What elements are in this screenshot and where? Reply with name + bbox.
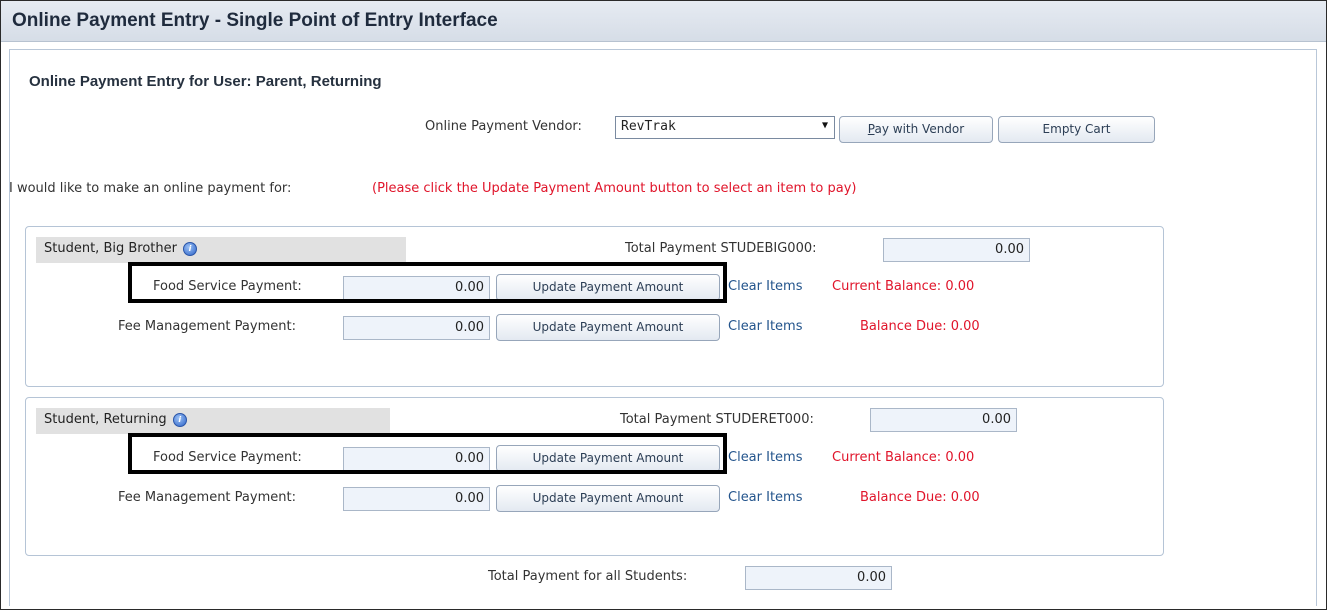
student-total-field-1: 0.00 <box>883 238 1030 262</box>
student-header-1: Student, Big Brother i <box>36 237 406 263</box>
student-name-2: Student, Returning <box>44 412 167 427</box>
fee-update-button-2[interactable]: Update Payment Amount <box>496 485 720 512</box>
empty-cart-button[interactable]: Empty Cart <box>998 116 1155 143</box>
vendor-selected-value: RevTrak <box>621 119 676 134</box>
fee-balance-1: Balance Due: 0.00 <box>860 319 980 334</box>
fee-amount-value-1: 0.00 <box>455 320 484 335</box>
info-icon[interactable]: i <box>182 242 197 256</box>
fee-label-2: Fee Management Payment: <box>118 490 296 505</box>
fee-clear-link-1[interactable]: Clear Items <box>728 319 803 334</box>
fee-amount-value-2: 0.00 <box>455 491 484 506</box>
student-total-value-2: 0.00 <box>982 412 1011 427</box>
vendor-label: Online Payment Vendor: <box>425 119 582 134</box>
empty-cart-label: Empty Cart <box>1042 122 1111 136</box>
fee-update-button-1[interactable]: Update Payment Amount <box>496 314 720 341</box>
intro-text: I would like to make an online payment f… <box>9 181 292 196</box>
vendor-select[interactable]: RevTrak ▼ <box>615 116 835 139</box>
fee-clear-link-2[interactable]: Clear Items <box>728 490 803 505</box>
page-title: Online Payment Entry - Single Point of E… <box>12 10 498 31</box>
food-clear-link-2[interactable]: Clear Items <box>728 450 803 465</box>
fee-update-label-1: Update Payment Amount <box>532 320 684 334</box>
fee-balance-2: Balance Due: 0.00 <box>860 490 980 505</box>
fee-amount-field-2[interactable]: 0.00 <box>343 487 490 511</box>
intro-note: (Please click the Update Payment Amount … <box>372 181 857 196</box>
grand-total-label: Total Payment for all Students: <box>488 569 688 584</box>
grand-total-value: 0.00 <box>857 570 886 585</box>
student-total-field-2: 0.00 <box>870 408 1017 432</box>
student-total-value-1: 0.00 <box>995 242 1024 257</box>
title-bar: Online Payment Entry - Single Point of E… <box>1 1 1326 42</box>
food-clear-link-1[interactable]: Clear Items <box>728 279 803 294</box>
fee-update-label-2: Update Payment Amount <box>532 491 684 505</box>
pay-with-vendor-label: Pay with Vendor <box>867 122 965 136</box>
user-subtitle: Online Payment Entry for User: Parent, R… <box>29 73 382 90</box>
student-name-1: Student, Big Brother <box>44 241 177 256</box>
highlight-box-2 <box>128 433 727 474</box>
info-icon[interactable]: i <box>172 413 187 427</box>
fee-amount-field-1[interactable]: 0.00 <box>343 316 490 340</box>
grand-total-field: 0.00 <box>745 566 892 590</box>
food-balance-2: Current Balance: 0.00 <box>832 450 975 465</box>
chevron-down-icon[interactable]: ▼ <box>822 120 828 131</box>
pay-with-vendor-button[interactable]: Pay with Vendor <box>839 116 993 143</box>
fee-label-1: Fee Management Payment: <box>118 319 296 334</box>
student-total-label-1: Total Payment STUDEBIG000: <box>625 241 817 256</box>
student-header-2: Student, Returning i <box>36 408 390 434</box>
food-balance-1: Current Balance: 0.00 <box>832 279 975 294</box>
student-total-label-2: Total Payment STUDERET000: <box>620 412 814 427</box>
highlight-box-1 <box>128 262 727 303</box>
